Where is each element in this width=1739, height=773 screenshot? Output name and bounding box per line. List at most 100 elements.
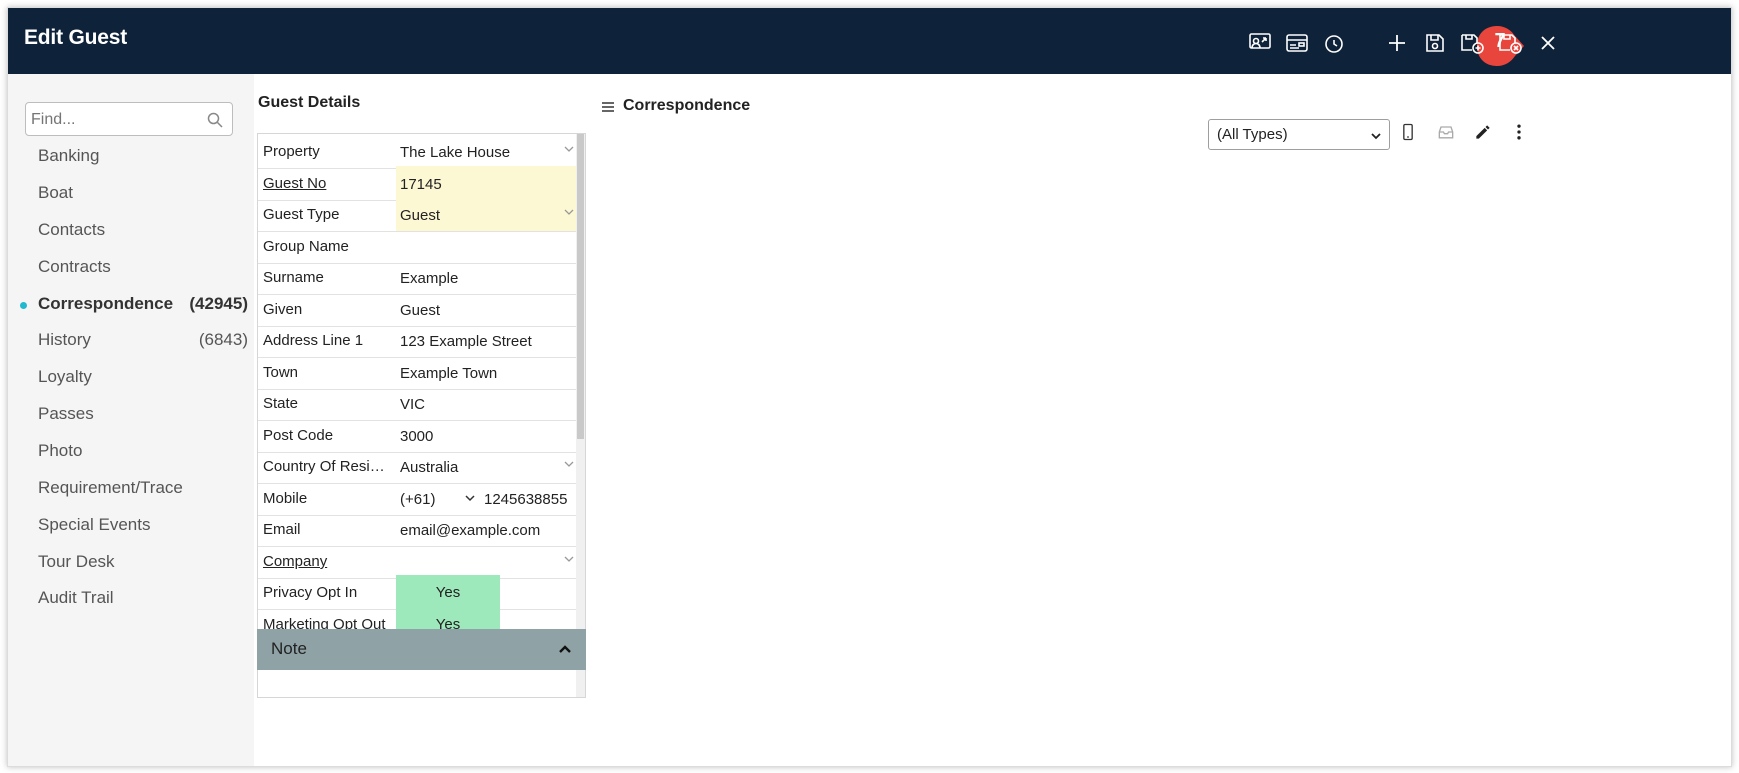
save-and-close-icon[interactable] — [1495, 28, 1525, 58]
company-value[interactable] — [396, 544, 577, 578]
post-code-value[interactable]: 3000 — [396, 418, 577, 452]
town-row[interactable]: Town Example Town — [258, 355, 577, 390]
mobile-number[interactable]: 1245638855 — [484, 491, 567, 508]
sidebar-item-boat[interactable]: Boat — [38, 179, 248, 209]
chevron-down-icon[interactable] — [563, 206, 575, 218]
mobile-sms-icon[interactable] — [1396, 120, 1420, 144]
chevron-down-icon[interactable] — [563, 553, 575, 565]
surname-row[interactable]: Surname Example — [258, 260, 577, 295]
sidebar-item-label: Banking — [38, 146, 100, 165]
sidebar-item-correspondence[interactable]: Correspondence (42945) — [20, 290, 248, 320]
type-select-value: (All Types) — [1217, 126, 1288, 143]
privacy-opt-in-row[interactable]: Privacy Opt In Yes — [258, 575, 577, 610]
active-indicator-dot — [20, 302, 27, 309]
chevron-down-icon[interactable] — [464, 492, 476, 504]
chevron-down-icon — [1371, 133, 1381, 140]
sidebar-item-label: Tour Desk — [38, 552, 115, 571]
sidebar-item-count: (6843) — [198, 330, 248, 349]
timer-icon[interactable] — [1319, 28, 1349, 58]
guest-no-row[interactable]: Guest No 17145 — [258, 166, 577, 201]
group-name-row[interactable]: Group Name — [258, 229, 577, 264]
chevron-down-icon[interactable] — [563, 458, 575, 470]
find-field[interactable] — [25, 102, 233, 136]
more-options-icon[interactable] — [1507, 120, 1531, 144]
grid-scrollbar[interactable] — [576, 134, 585, 697]
guest-type-label: Guest Type — [263, 206, 340, 223]
add-icon[interactable] — [1382, 28, 1412, 58]
company-row[interactable]: Company — [258, 544, 577, 579]
note-section-header[interactable]: Note — [257, 629, 586, 670]
grid-scrollbar-thumb[interactable] — [577, 134, 584, 439]
sidebar-item-special-events[interactable]: Special Events — [38, 511, 248, 541]
save-and-new-icon[interactable] — [1457, 28, 1487, 58]
sidebar-item-label: Requirement/Trace — [38, 478, 183, 497]
given-row[interactable]: Given Guest — [258, 292, 577, 327]
mobile-label: Mobile — [263, 490, 308, 507]
country-value[interactable]: Australia — [396, 449, 577, 483]
correspondence-type-select[interactable]: (All Types) — [1208, 119, 1390, 150]
sidebar-item-requirement-trace[interactable]: Requirement/Trace — [38, 474, 248, 504]
state-row[interactable]: State VIC — [258, 386, 577, 421]
sidebar-item-label: Boat — [38, 183, 73, 202]
sidebar-item-passes[interactable]: Passes — [38, 400, 248, 430]
close-icon[interactable] — [1533, 28, 1563, 58]
sidebar-item-photo[interactable]: Photo — [38, 437, 248, 467]
property-label: Property — [263, 143, 320, 160]
window-title: Edit Guest — [24, 26, 128, 49]
mobile-country-code[interactable]: (+61) — [400, 491, 435, 508]
card-icon[interactable] — [1282, 28, 1312, 58]
email-label: Email — [263, 521, 301, 538]
sidebar-item-label: Special Events — [38, 515, 151, 534]
sidebar-item-label: Contacts — [38, 220, 106, 239]
sidebar: Banking Boat Contacts Contracts Correspo… — [8, 74, 254, 766]
guest-type-value[interactable]: Guest — [396, 197, 577, 231]
edit-pencil-icon[interactable] — [1471, 120, 1495, 144]
post-code-row[interactable]: Post Code 3000 — [258, 418, 577, 453]
company-label[interactable]: Company — [263, 553, 391, 570]
post-code-label: Post Code — [263, 427, 334, 444]
sidebar-item-contracts[interactable]: Contracts — [38, 253, 248, 283]
inbox-icon[interactable] — [1434, 120, 1458, 144]
town-label: Town — [263, 364, 299, 381]
sidebar-item-contacts[interactable]: Contacts — [38, 216, 248, 246]
title-bar: Edit Guest 7 — [8, 8, 1731, 74]
sidebar-item-label: Passes — [38, 404, 94, 423]
group-name-value[interactable] — [396, 229, 577, 263]
given-value[interactable]: Guest — [396, 292, 577, 326]
chevron-up-icon[interactable] — [558, 643, 572, 655]
sidebar-item-audit-trail[interactable]: Audit Trail — [38, 584, 248, 614]
search-icon[interactable] — [206, 111, 224, 129]
sidebar-item-banking[interactable]: Banking — [38, 142, 248, 172]
privacy-opt-in-toggle[interactable]: Yes — [396, 575, 500, 609]
sidebar-item-history[interactable]: History (6843) — [38, 326, 248, 356]
hamburger-menu-icon[interactable] — [601, 100, 615, 114]
mobile-row[interactable]: Mobile (+61) 1245638855 — [258, 481, 577, 516]
privacy-opt-in-label: Privacy Opt In — [263, 584, 358, 601]
sidebar-item-tour-desk[interactable]: Tour Desk — [38, 548, 248, 578]
sidebar-item-loyalty[interactable]: Loyalty — [38, 363, 248, 393]
state-value[interactable]: VIC — [396, 386, 577, 420]
note-label: Note — [271, 639, 307, 658]
guest-no-value[interactable]: 17145 — [396, 166, 577, 200]
sidebar-item-count: (42945) — [189, 294, 248, 313]
property-row[interactable]: Property The Lake House — [258, 134, 577, 169]
correspondence-title: Correspondence — [623, 97, 751, 114]
address-line-1-label: Address Line 1 — [263, 332, 364, 349]
chevron-down-icon[interactable] — [563, 143, 575, 155]
guest-no-label[interactable]: Guest No — [263, 175, 391, 192]
email-row[interactable]: Email email@example.com — [258, 512, 577, 547]
sidebar-item-label: Loyalty — [38, 367, 92, 386]
find-input[interactable] — [31, 109, 201, 131]
address-line-1-value[interactable]: 123 Example Street — [396, 323, 577, 357]
address-line-1-row[interactable]: Address Line 1 123 Example Street — [258, 323, 577, 358]
guest-details-title: Guest Details — [258, 94, 361, 111]
save-icon[interactable] — [1420, 28, 1450, 58]
property-value[interactable]: The Lake House — [396, 134, 577, 168]
edit-guest-window: Edit Guest 7 Find... Banking Boat Contac… — [7, 7, 1732, 767]
guest-type-row[interactable]: Guest Type Guest — [258, 197, 577, 232]
email-value[interactable]: email@example.com — [396, 512, 577, 546]
surname-value[interactable]: Example — [396, 260, 577, 294]
guest-portal-icon[interactable] — [1245, 28, 1275, 58]
town-value[interactable]: Example Town — [396, 355, 577, 389]
country-row[interactable]: Country Of Reside... Australia — [258, 449, 577, 484]
